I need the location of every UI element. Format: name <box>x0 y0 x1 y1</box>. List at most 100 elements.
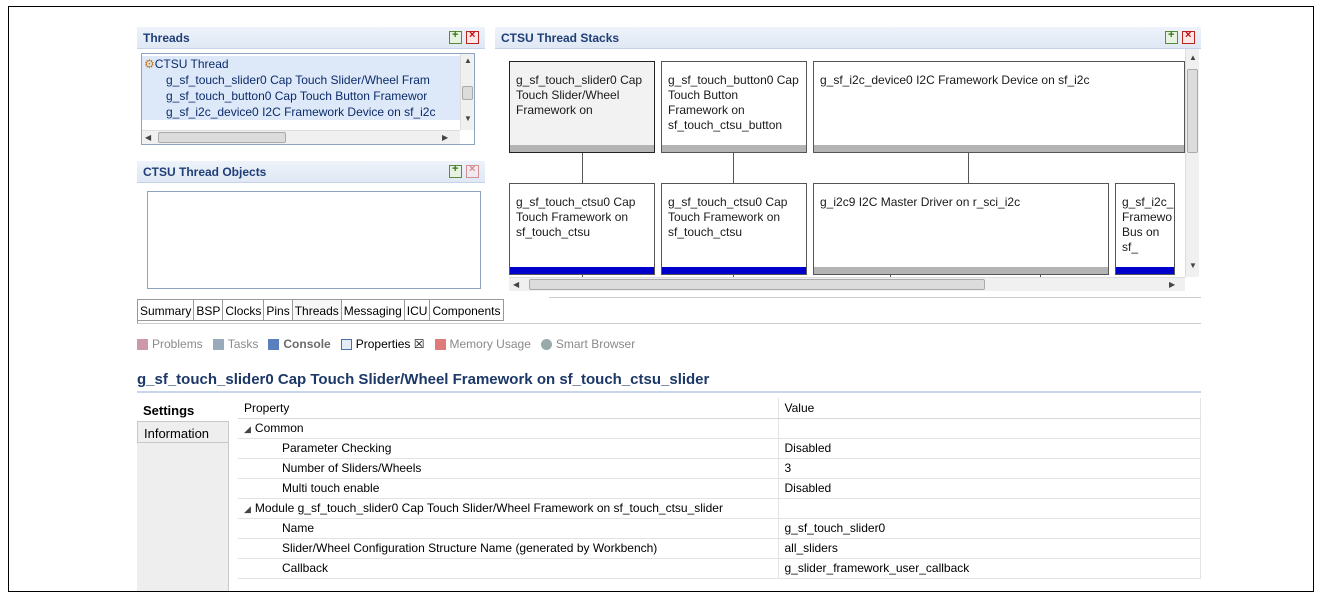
tabs-divider <box>137 323 1201 324</box>
tab-settings[interactable]: Settings <box>137 399 229 421</box>
property-name: Multi touch enable <box>238 478 779 499</box>
tab-summary[interactable]: Summary <box>138 299 195 321</box>
property-name: Parameter Checking <box>238 438 779 459</box>
tabs-divider <box>549 297 1201 298</box>
tab-pins[interactable]: Pins <box>264 299 293 321</box>
thread-objects-list[interactable] <box>147 191 481 289</box>
scroll-right-icon[interactable]: ▶ <box>442 133 448 142</box>
scroll-left-icon[interactable]: ◀ <box>145 133 151 142</box>
tree-item-label: g_sf_i2c_device0 I2C Framework Device on… <box>166 105 436 119</box>
remove-object-icon[interactable] <box>466 163 479 178</box>
scroll-left-icon[interactable]: ◀ <box>513 280 519 289</box>
group-cell: ◢ Module g_sf_touch_slider0 Cap Touch Sli… <box>238 498 779 519</box>
table-row[interactable]: Number of Sliders/Wheels 3 <box>238 458 1201 479</box>
tree-vertical-scrollbar[interactable]: ▲ ▼ <box>460 54 474 130</box>
property-value[interactable]: g_sf_touch_slider0 <box>778 518 1201 539</box>
properties-table: Property Value ◢ Common Parameter Checkin… <box>238 398 1201 579</box>
tab-threads[interactable]: Threads <box>292 299 342 321</box>
scroll-right-icon[interactable]: ▶ <box>1169 280 1175 289</box>
table-row[interactable]: Multi touch enable Disabled <box>238 478 1201 499</box>
stack-box-ctsu-2[interactable]: g_sf_touch_ctsu0 Cap Touch Framework on … <box>661 183 807 275</box>
scroll-down-icon[interactable]: ▼ <box>464 114 472 123</box>
view-label: Properties ☒ <box>355 337 425 351</box>
threads-panel-title: Threads <box>143 30 190 45</box>
tab-information[interactable]: Information <box>137 421 229 443</box>
remove-stack-icon[interactable] <box>1182 29 1195 44</box>
add-object-icon[interactable] <box>449 163 462 178</box>
group-row-module[interactable]: ◢ Module g_sf_touch_slider0 Cap Touch Sli… <box>238 498 1201 519</box>
stack-box-i2c-bus[interactable]: g_sf_i2c_b Framewo Bus on sf_ <box>1115 183 1175 275</box>
collapse-triangle-icon[interactable]: ◢ <box>244 424 251 435</box>
collapse-triangle-icon[interactable]: ◢ <box>244 504 251 515</box>
view-console[interactable]: Console <box>268 337 331 351</box>
column-header-property: Property <box>238 398 779 419</box>
thread-objects-title: CTSU Thread Objects <box>143 164 267 179</box>
add-thread-icon[interactable] <box>449 29 462 44</box>
view-problems[interactable]: Problems <box>137 337 203 351</box>
threads-tree[interactable]: ⚙CTSU Thread g_sf_touch_slider0 Cap Touc… <box>141 53 475 145</box>
tab-icu[interactable]: ICU <box>404 299 431 321</box>
property-value[interactable]: g_slider_framework_user_callback <box>778 558 1201 579</box>
table-row[interactable]: Parameter Checking Disabled <box>238 438 1201 459</box>
scroll-thumb[interactable] <box>1187 69 1198 153</box>
column-header-value: Value <box>778 398 1201 419</box>
connector-line <box>733 153 734 183</box>
view-tasks[interactable]: Tasks <box>212 337 258 351</box>
stack-box-bar <box>662 145 806 152</box>
tab-clocks[interactable]: Clocks <box>223 299 265 321</box>
tab-components[interactable]: Components <box>430 299 504 321</box>
tree-item-ctsu-thread[interactable]: ⚙CTSU Thread <box>142 56 460 72</box>
tasks-icon <box>212 338 224 350</box>
scroll-up-icon[interactable]: ▲ <box>1189 53 1197 62</box>
problems-icon <box>137 338 148 350</box>
stack-box-button[interactable]: g_sf_touch_button0 Cap Touch Button Fram… <box>661 61 807 153</box>
view-smart-browser[interactable]: Smart Browser <box>540 337 636 351</box>
table-header-row: Property Value <box>238 398 1201 419</box>
property-value[interactable]: all_sliders <box>778 538 1201 559</box>
stack-box-bar <box>662 267 806 274</box>
tree-item-i2c[interactable]: g_sf_i2c_device0 I2C Framework Device on… <box>142 104 460 120</box>
scroll-up-icon[interactable]: ▲ <box>464 56 472 65</box>
property-name: Number of Sliders/Wheels <box>238 458 779 479</box>
property-value[interactable]: 3 <box>778 458 1201 479</box>
scroll-thumb[interactable] <box>462 86 473 100</box>
group-label: Common <box>254 421 304 435</box>
table-row[interactable]: Slider/Wheel Configuration Structure Nam… <box>238 538 1201 559</box>
scroll-thumb[interactable] <box>158 132 286 143</box>
stacks-canvas: g_sf_touch_slider0 Cap Touch Slider/Whee… <box>495 49 1201 291</box>
properties-icon <box>340 338 352 350</box>
tab-messaging[interactable]: Messaging <box>341 299 405 321</box>
stack-box-slider[interactable]: g_sf_touch_slider0 Cap Touch Slider/Whee… <box>509 61 655 153</box>
stack-box-label: g_sf_touch_ctsu0 Cap Touch Framework on … <box>516 195 636 239</box>
stacks-vertical-scrollbar[interactable]: ▲ ▼ <box>1185 49 1199 277</box>
tree-item-label: g_sf_touch_button0 Cap Touch Button Fram… <box>166 89 428 103</box>
stack-box-i2c-driver[interactable]: g_i2c9 I2C Master Driver on r_sci_i2c <box>813 183 1109 275</box>
property-value[interactable]: Disabled <box>778 438 1201 459</box>
property-value[interactable]: Disabled <box>778 478 1201 499</box>
tree-item-button[interactable]: g_sf_touch_button0 Cap Touch Button Fram… <box>142 88 460 104</box>
tree-horizontal-scrollbar[interactable]: ◀ ▶ <box>142 130 460 144</box>
configuration-tabs: Summary BSP Clocks Pins Threads Messagin… <box>137 299 504 323</box>
stack-box-label: g_i2c9 I2C Master Driver on r_sci_i2c <box>820 195 1021 209</box>
stack-box-label: g_sf_i2c_device0 I2C Framework Device on… <box>820 73 1090 87</box>
stack-box-ctsu-1[interactable]: g_sf_touch_ctsu0 Cap Touch Framework on … <box>509 183 655 275</box>
memory-icon <box>434 338 446 350</box>
tab-bsp[interactable]: BSP <box>194 299 224 321</box>
tree-item-label: CTSU Thread <box>154 57 229 71</box>
scroll-down-icon[interactable]: ▼ <box>1189 261 1197 270</box>
table-row[interactable]: Callback g_slider_framework_user_callbac… <box>238 558 1201 579</box>
remove-thread-icon[interactable] <box>466 29 479 44</box>
properties-title: g_sf_touch_slider0 Cap Touch Slider/Whee… <box>137 371 710 388</box>
view-label: Smart Browser <box>555 337 636 351</box>
group-row-common[interactable]: ◢ Common <box>238 418 1201 439</box>
scroll-thumb[interactable] <box>529 279 985 290</box>
table-row[interactable]: Name g_sf_touch_slider0 <box>238 518 1201 539</box>
stacks-horizontal-scrollbar[interactable]: ◀ ▶ <box>509 277 1185 291</box>
view-tabs: Problems Tasks Console Properties ☒ Memo… <box>137 337 635 351</box>
view-memory-usage[interactable]: Memory Usage <box>434 337 531 351</box>
add-stack-icon[interactable] <box>1165 29 1178 44</box>
threads-panel: Threads ⚙CTSU Thread g_sf_touch_slider0 … <box>137 27 485 155</box>
view-properties[interactable]: Properties ☒ <box>340 337 425 351</box>
tree-item-slider[interactable]: g_sf_touch_slider0 Cap Touch Slider/Whee… <box>142 72 460 88</box>
stack-box-i2c-device[interactable]: g_sf_i2c_device0 I2C Framework Device on… <box>813 61 1185 153</box>
